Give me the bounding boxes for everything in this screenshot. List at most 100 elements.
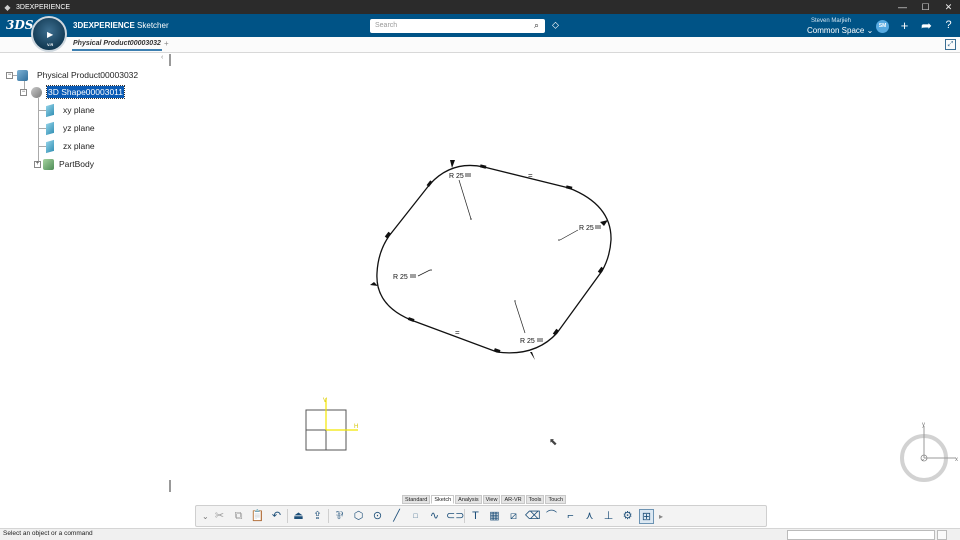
cut-icon[interactable]: ✂ [212, 509, 227, 524]
sketch-canvas[interactable]: R 25 R 25 R 25 R 25 = = H V [300, 140, 660, 460]
app-window: { "window": { "title": "3DEXPERIENCE", "… [0, 0, 960, 540]
tree-item-label: 3D Shape00003011 [46, 85, 125, 99]
equal-constraint[interactable]: = [455, 328, 460, 337]
section-tab-sketch[interactable]: Sketch [431, 495, 455, 504]
undo-icon[interactable]: ↶ [269, 509, 284, 524]
polygon-icon[interactable]: ⬡ [351, 509, 366, 524]
sketch-profile[interactable] [376, 164, 612, 354]
radius-label[interactable]: R 25 [579, 225, 594, 232]
section-tab-view[interactable]: View [482, 495, 501, 504]
section-tab-touch[interactable]: Touch [545, 495, 567, 504]
search-icon[interactable]: ⌕ [531, 20, 542, 31]
tree-item-label: PartBody [59, 159, 94, 169]
constraint-ticks [384, 164, 604, 353]
shape-icon [31, 86, 42, 98]
share-icon[interactable]: ➦ [919, 18, 934, 33]
plane-icon [46, 139, 54, 153]
section-tab-ar-vr[interactable]: AR-VR [501, 495, 525, 504]
tree-connector [38, 110, 46, 111]
ds-app-icon: ◆ [4, 2, 11, 12]
window-title: 3DEXPERIENCE [16, 3, 71, 11]
slot-icon[interactable]: ⊂⊃ [446, 509, 464, 524]
tab-physical-product[interactable]: Physical Product00003032 [72, 39, 162, 51]
grid-icon[interactable]: ▦ [487, 509, 502, 524]
tree-item-xy-plane[interactable]: xy plane [46, 103, 95, 117]
compass-widget[interactable]: ▶ V.R [31, 16, 67, 52]
command-input[interactable] [787, 530, 935, 540]
fullscreen-icon[interactable]: ⤢ [945, 39, 956, 50]
geometry-icon[interactable]: ⧄ [506, 509, 521, 524]
help-icon[interactable]: ? [941, 18, 956, 33]
minimize-icon[interactable]: — [891, 0, 914, 14]
tree-connector [38, 128, 46, 129]
collapse-icon[interactable]: − [6, 71, 13, 79]
status-text: Select an object or a command [3, 530, 93, 537]
export-icon[interactable]: ⇪ [310, 509, 325, 524]
corner-icon[interactable]: ⌒ [544, 509, 559, 524]
spline-icon[interactable]: ∿ [427, 509, 442, 524]
collapse-tree-icon[interactable]: ‹ [161, 54, 163, 61]
dimension-constraint-icon[interactable]: ⊞ [639, 508, 654, 524]
app-brand: 3DEXPERIENCE [73, 21, 135, 30]
circle-icon[interactable]: ⊙ [370, 509, 385, 524]
constraint-icon[interactable]: ⊥ [601, 509, 616, 524]
user-name: Steven Marjieh [810, 18, 852, 24]
partbody-icon [43, 158, 54, 170]
toolbar-separator [287, 509, 288, 523]
expand-icon[interactable]: + [34, 160, 41, 168]
add-icon[interactable]: + [897, 18, 912, 33]
radius-labels: R 25 R 25 R 25 R 25 [393, 173, 594, 345]
tree-item-zx-plane[interactable]: zx plane [46, 139, 95, 153]
app-name: 3DEXPERIENCE Sketcher [73, 21, 169, 30]
section-tab-analysis[interactable]: Analysis [455, 495, 482, 504]
avatar[interactable]: SM [876, 20, 889, 33]
section-tab-standard[interactable]: Standard [402, 495, 431, 504]
tree-connector [38, 146, 46, 147]
tree-splitter[interactable] [169, 54, 171, 66]
trim-icon[interactable]: ⋏ [582, 509, 597, 524]
tree-item-label: zx plane [63, 141, 95, 151]
collapse-icon[interactable]: − [20, 88, 27, 96]
app-header: 3DS 3DEXPERIENCE Sketcher Search ⌕ ⬦ Ste… [0, 14, 960, 37]
tab-bar: Physical Product00003032 + ⤢ [0, 37, 960, 53]
positioned-sketch-icon[interactable]: ⅌ [332, 509, 347, 524]
search-input[interactable]: Search ⌕ [370, 19, 545, 33]
exit-sketch-icon[interactable]: ⏏ [291, 509, 306, 524]
chamfer-icon[interactable]: ⌐ [563, 509, 578, 524]
transform-icon[interactable]: ⚙ [620, 509, 635, 524]
paste-icon[interactable]: 📋 [250, 509, 265, 524]
tree-item-root[interactable]: − Physical Product00003032 [6, 68, 138, 82]
radius-label[interactable]: R 25 [393, 274, 408, 281]
tree-item-partbody[interactable]: + PartBody [34, 157, 94, 171]
eraser-icon[interactable]: ⌫ [525, 509, 541, 524]
radius-label[interactable]: R 25 [449, 173, 464, 180]
compass-version: V.R [47, 42, 54, 47]
radius-label[interactable]: R 25 [520, 338, 535, 345]
view-compass[interactable]: y x z ↗ [896, 420, 960, 484]
play-icon: ▶ [47, 30, 54, 39]
text-icon[interactable]: T [468, 509, 483, 524]
equal-constraint[interactable]: = [528, 171, 533, 180]
command-input-button[interactable] [937, 530, 947, 540]
compass-axis-y: y [922, 422, 925, 428]
tree-item-yz-plane[interactable]: yz plane [46, 121, 95, 135]
section-tab-tools[interactable]: Tools [525, 495, 545, 504]
center-points [430, 218, 560, 302]
copy-icon[interactable]: ⧉ [231, 509, 246, 524]
radius-equal-icons [410, 173, 601, 342]
tree-item-3d-shape[interactable]: − 3D Shape00003011 [20, 85, 125, 99]
action-bar-handle-icon[interactable]: ⌄ [202, 509, 209, 524]
point-icon[interactable]: □ [408, 509, 423, 524]
product-icon [17, 69, 28, 81]
close-icon[interactable]: ✕ [937, 0, 960, 14]
ds-logo-icon[interactable]: 3DS [6, 18, 33, 32]
collaborative-space-selector[interactable]: Common Space ⌄ [807, 26, 873, 35]
maximize-icon[interactable]: ☐ [914, 0, 937, 14]
tag-icon[interactable]: ⬦ [552, 20, 559, 31]
add-tab-button[interactable]: + [164, 39, 169, 48]
line-icon[interactable]: ╱ [389, 509, 404, 524]
compass-axis-x: x [955, 457, 958, 463]
sketch-axis[interactable]: H V [305, 398, 358, 451]
tree-splitter-bottom[interactable] [169, 480, 171, 492]
more-icon[interactable]: ▸ [658, 509, 664, 524]
